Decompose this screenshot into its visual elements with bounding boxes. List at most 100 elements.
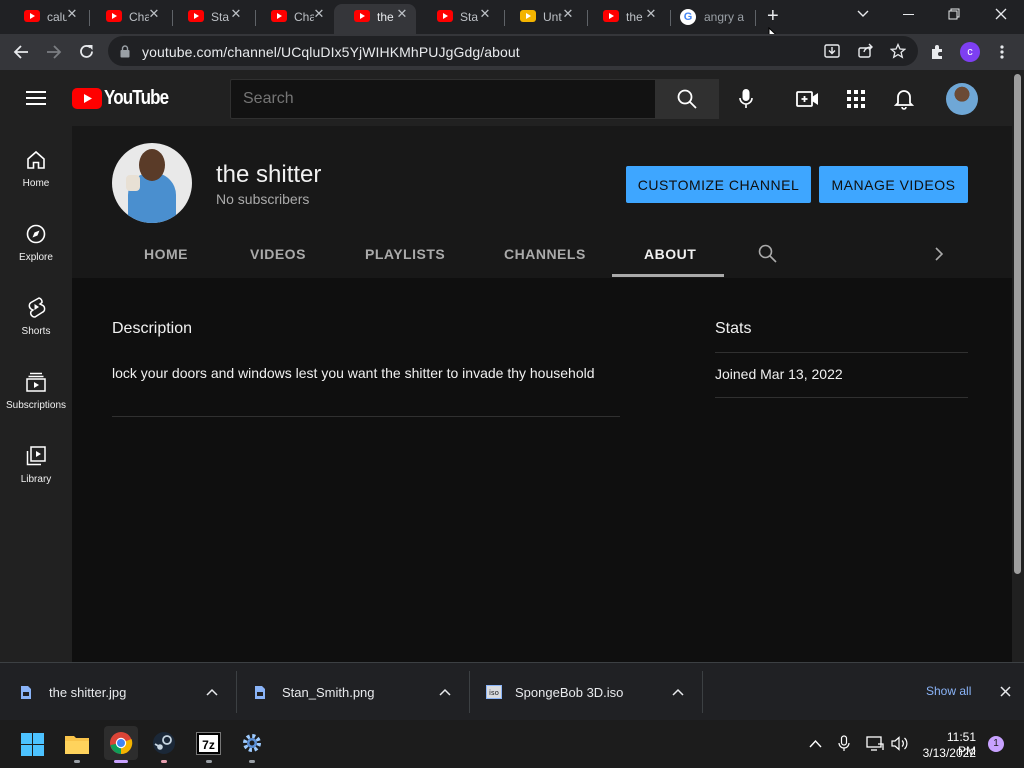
- microphone-icon[interactable]: [738, 88, 754, 110]
- channel-search-icon[interactable]: [758, 244, 777, 263]
- close-window-button[interactable]: [995, 8, 1007, 20]
- tab-title: Cha: [129, 10, 149, 24]
- browser-tab[interactable]: Sta ✕: [168, 4, 250, 30]
- close-tab-icon[interactable]: ✕: [644, 7, 658, 21]
- home-icon: [27, 150, 45, 169]
- sidebar-item-home[interactable]: Home: [0, 140, 72, 214]
- profile-avatar[interactable]: c: [960, 42, 980, 62]
- reload-icon[interactable]: [78, 43, 95, 60]
- youtube-logo[interactable]: YouTube: [72, 87, 180, 110]
- close-tab-icon[interactable]: ✕: [478, 7, 492, 21]
- search-button[interactable]: [655, 79, 719, 119]
- tab-home[interactable]: HOME: [144, 246, 188, 262]
- youtube-logo-icon: [72, 88, 102, 109]
- hamburger-menu-icon[interactable]: [26, 91, 46, 105]
- notification-badge[interactable]: 1: [988, 736, 1004, 752]
- file-explorer-icon[interactable]: [64, 733, 90, 755]
- subscriber-count: No subscribers: [216, 191, 310, 207]
- back-arrow-icon[interactable]: [13, 44, 29, 60]
- browser-tab[interactable]: G angry a: [666, 4, 756, 30]
- browser-tab-active[interactable]: the ✕: [334, 4, 416, 34]
- tab-search-chevron-icon[interactable]: [857, 9, 869, 19]
- 7zip-icon[interactable]: 7z: [197, 733, 220, 754]
- compass-icon: [26, 224, 46, 244]
- manage-videos-button[interactable]: MANAGE VIDEOS: [819, 166, 968, 203]
- download-item[interactable]: Stan_Smith.png: [254, 663, 375, 721]
- sidebar-item-library[interactable]: Library: [0, 436, 72, 510]
- download-divider: [469, 671, 470, 713]
- steam-icon[interactable]: [152, 731, 176, 755]
- youtube-favicon-icon: [437, 10, 453, 22]
- tab-title: angry a: [704, 10, 745, 24]
- windows-start-icon[interactable]: [21, 733, 44, 756]
- forward-arrow-icon[interactable]: [46, 44, 62, 60]
- sidebar-item-label: Library: [20, 474, 52, 485]
- microphone-tray-icon[interactable]: [838, 735, 850, 752]
- tab-title: the: [377, 10, 394, 24]
- download-item[interactable]: iso SpongeBob 3D.iso: [486, 663, 623, 721]
- tab-channels[interactable]: CHANNELS: [504, 246, 586, 262]
- chevron-up-icon[interactable]: [439, 688, 451, 696]
- url-text: youtube.com/channel/UCqluDIx5YjWIHKMhPUJ…: [142, 44, 520, 60]
- hidden-icons-chevron-icon[interactable]: [809, 739, 822, 748]
- slides-favicon-icon: [520, 10, 536, 22]
- scrollbar-thumb[interactable]: [1014, 74, 1021, 574]
- chevron-right-icon[interactable]: [934, 247, 943, 261]
- subscriptions-icon: [26, 372, 46, 392]
- close-downloads-icon[interactable]: [1000, 686, 1011, 697]
- install-app-icon[interactable]: [824, 43, 840, 59]
- sidebar-item-shorts[interactable]: Shorts: [0, 288, 72, 362]
- download-filename: SpongeBob 3D.iso: [515, 684, 624, 700]
- browser-tab[interactable]: the ✕: [583, 4, 665, 30]
- lock-icon[interactable]: [120, 45, 130, 58]
- browser-tab[interactable]: calu ✕: [4, 4, 86, 30]
- close-tab-icon[interactable]: ✕: [561, 7, 575, 21]
- tab-about[interactable]: ABOUT: [644, 246, 696, 262]
- tab-playlists[interactable]: PLAYLISTS: [365, 246, 445, 262]
- show-all-link[interactable]: Show all: [926, 684, 971, 698]
- apps-grid-icon[interactable]: [847, 90, 865, 108]
- browser-tab[interactable]: Cha ✕: [86, 4, 168, 30]
- sidebar-item-label: Subscriptions: [5, 400, 67, 411]
- close-tab-icon[interactable]: ✕: [395, 7, 409, 21]
- chrome-menu-icon[interactable]: [999, 44, 1005, 60]
- browser-tab[interactable]: Cha ✕: [251, 4, 333, 30]
- new-tab-button[interactable]: +: [767, 5, 779, 28]
- create-video-icon[interactable]: [796, 90, 820, 108]
- clock-date[interactable]: 3/13/2022: [922, 746, 976, 760]
- bookmark-star-icon[interactable]: [890, 43, 906, 59]
- close-tab-icon[interactable]: ✕: [312, 7, 326, 21]
- browser-tab[interactable]: Unt ✕: [500, 4, 582, 30]
- restore-button[interactable]: [948, 8, 960, 20]
- tab-videos[interactable]: VIDEOS: [250, 246, 306, 262]
- customize-channel-button[interactable]: CUSTOMIZE CHANNEL: [626, 166, 811, 203]
- notifications-bell-icon[interactable]: [894, 88, 914, 110]
- active-tab-indicator: [612, 274, 724, 277]
- description-divider: [112, 416, 620, 417]
- app-running-indicator: [206, 760, 212, 763]
- close-tab-icon[interactable]: ✕: [147, 7, 161, 21]
- volume-icon[interactable]: [891, 736, 909, 751]
- page-scrollbar[interactable]: [1012, 70, 1024, 662]
- chrome-icon[interactable]: [109, 731, 133, 755]
- browser-tab[interactable]: Sta ✕: [417, 4, 499, 30]
- search-input[interactable]: [230, 79, 656, 119]
- download-item[interactable]: the shitter.jpg: [20, 663, 126, 721]
- youtube-favicon-icon: [24, 10, 40, 22]
- settings-gear-icon[interactable]: [241, 732, 263, 754]
- chevron-up-icon[interactable]: [672, 688, 684, 696]
- file-icon: [255, 685, 265, 699]
- network-icon[interactable]: [866, 736, 884, 751]
- account-avatar[interactable]: [946, 83, 978, 115]
- minimize-button[interactable]: [903, 14, 914, 15]
- browser-tab-strip: calu ✕ Cha ✕ Sta ✕ Cha ✕ the ✕ Sta ✕ Unt…: [0, 0, 1024, 45]
- share-icon[interactable]: [858, 43, 874, 59]
- chevron-up-icon[interactable]: [206, 688, 218, 696]
- extensions-puzzle-icon[interactable]: [929, 44, 945, 60]
- address-bar[interactable]: youtube.com/channel/UCqluDIx5YjWIHKMhPUJ…: [108, 36, 918, 66]
- close-tab-icon[interactable]: ✕: [229, 7, 243, 21]
- sidebar-item-explore[interactable]: Explore: [0, 214, 72, 288]
- close-tab-icon[interactable]: ✕: [65, 7, 79, 21]
- youtube-favicon-icon: [188, 10, 204, 22]
- sidebar-item-subscriptions[interactable]: Subscriptions: [0, 362, 72, 436]
